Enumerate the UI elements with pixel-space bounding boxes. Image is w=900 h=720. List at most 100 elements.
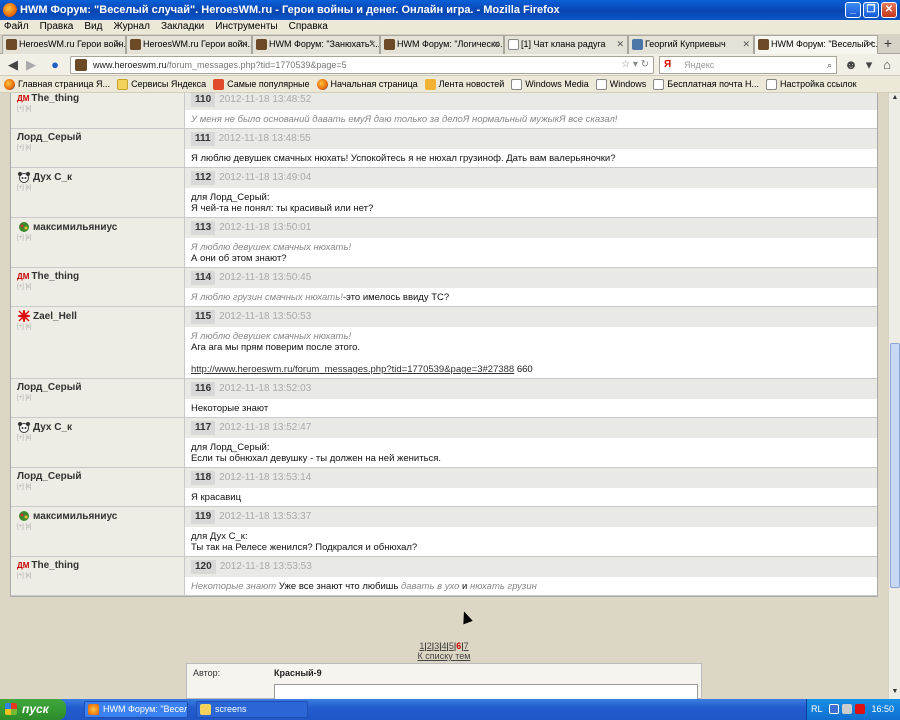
menu-history[interactable]: Журнал	[113, 20, 150, 34]
page-link[interactable]: 2	[427, 641, 432, 651]
bookmark-item[interactable]: Главная страница Я...	[4, 76, 110, 92]
author-name[interactable]: The_thing	[31, 271, 79, 282]
menu-arrow-icon[interactable]: ▾	[860, 56, 878, 74]
scroll-down-icon[interactable]: ▼	[890, 688, 900, 698]
author-links[interactable]: [+] [к]	[17, 573, 178, 579]
bookmark-item[interactable]: Windows	[595, 76, 646, 92]
author-name[interactable]: Лорд_Серый	[17, 382, 81, 393]
author-links[interactable]: [+] [к]	[17, 284, 178, 290]
author-name[interactable]: Лорд_Серый	[17, 132, 81, 143]
bookmark-item[interactable]: Начальная страница	[316, 76, 418, 92]
taskbar-screens-folder[interactable]: screens	[196, 701, 308, 718]
bookmark-item[interactable]: Windows Media	[511, 76, 589, 92]
post-number[interactable]: 112	[191, 171, 216, 185]
post-number[interactable]: 118	[191, 471, 216, 485]
home-page-icon[interactable]: ●	[46, 56, 64, 74]
post-author[interactable]: ДМ The_thing	[17, 271, 178, 282]
tab-clan-chat[interactable]: [1] Чат клана радуга ✕	[504, 35, 628, 54]
author-links[interactable]: [+] [к]	[17, 435, 178, 441]
post-author[interactable]: ДМ The_thing	[17, 93, 178, 104]
post-number[interactable]: 115	[191, 310, 216, 324]
post-number[interactable]: 113	[191, 221, 216, 235]
tab-forum-logic[interactable]: HWM Форум: "Логическо... ✕	[380, 35, 504, 54]
volume-icon[interactable]	[842, 704, 852, 714]
post-author[interactable]: Лорд_Серый	[17, 132, 178, 143]
antivirus-icon[interactable]	[855, 704, 865, 714]
page-link[interactable]: 1	[419, 641, 424, 651]
close-tab-icon[interactable]: ✕	[492, 36, 500, 53]
reply-input[interactable]	[274, 684, 698, 699]
author-links[interactable]: [+] [к]	[17, 145, 178, 151]
menu-help[interactable]: Справка	[289, 20, 328, 34]
language-indicator[interactable]: RL	[811, 699, 823, 720]
author-links[interactable]: [+] [к]	[17, 106, 178, 112]
close-tab-icon[interactable]: ✕	[368, 36, 376, 53]
menu-file[interactable]: Файл	[4, 20, 29, 34]
author-name[interactable]: Лорд_Серый	[17, 471, 81, 482]
search-input[interactable]: Я Яндекс ⌕	[659, 56, 837, 74]
author-name[interactable]: The_thing	[31, 560, 79, 571]
address-bar[interactable]: www.heroeswm.ru/forum_messages.php?tid=1…	[70, 56, 654, 74]
bookmark-star-icon[interactable]: ☆ ▾ ↻	[621, 57, 649, 73]
forward-icon[interactable]: ▶	[22, 56, 40, 74]
post-number[interactable]: 120	[191, 560, 216, 574]
page-link[interactable]: 3	[434, 641, 439, 651]
post-number[interactable]: 110	[191, 93, 216, 107]
page-link[interactable]: 7	[464, 641, 469, 651]
bookmark-item[interactable]: Настройка ссылок	[766, 76, 857, 92]
post-author[interactable]: Лорд_Серый	[17, 471, 178, 482]
tab-heroeswm-2[interactable]: HeroesWM.ru Герои войн... ✕	[126, 35, 252, 54]
author-links[interactable]: [+] [к]	[17, 484, 178, 490]
menu-bookmarks[interactable]: Закладки	[161, 20, 204, 34]
close-tab-icon[interactable]: ✕	[240, 36, 248, 53]
vertical-scrollbar[interactable]: ▲ ▼	[888, 93, 900, 699]
tab-forum-zanyuhat[interactable]: HWM Форум: "Занюхать"... ✕	[252, 35, 380, 54]
post-author[interactable]: Дух С_к	[17, 171, 178, 183]
post-number[interactable]: 116	[191, 382, 216, 396]
page-link[interactable]: 4	[441, 641, 446, 651]
tab-heroeswm-1[interactable]: HeroesWM.ru Герои войн... ✕	[2, 35, 126, 54]
author-name[interactable]: Дух С_к	[33, 422, 72, 433]
new-tab-button[interactable]: +	[878, 34, 898, 53]
scroll-thumb[interactable]	[890, 343, 900, 588]
author-name[interactable]: максимильяниус	[33, 222, 117, 233]
post-author[interactable]: Дух С_к	[17, 421, 178, 433]
bookmark-item[interactable]: Лента новостей	[424, 76, 504, 92]
post-author[interactable]: Лорд_Серый	[17, 382, 178, 393]
search-icon[interactable]: ⌕	[827, 57, 832, 73]
menu-view[interactable]: Вид	[84, 20, 102, 34]
close-tab-icon[interactable]: ✕	[114, 36, 122, 53]
scroll-up-icon[interactable]: ▲	[890, 94, 900, 104]
bookmark-item[interactable]: Сервисы Яндекса	[117, 76, 206, 92]
network-icon[interactable]	[829, 704, 839, 714]
taskbar-firefox[interactable]: HWM Форум: "Весел...	[84, 701, 188, 718]
author-links[interactable]: [+] [к]	[17, 524, 178, 530]
tab-forum-veselyi[interactable]: HWM Форум: "Веселый с... ✕	[754, 35, 878, 54]
author-links[interactable]: [+] [к]	[17, 185, 178, 191]
post-number[interactable]: 119	[191, 510, 216, 524]
author-links[interactable]: [+] [к]	[17, 235, 178, 241]
close-tab-icon[interactable]: ✕	[742, 36, 750, 53]
post-author[interactable]: Zael_Hell	[17, 310, 178, 322]
author-name[interactable]: Дух С_к	[33, 172, 72, 183]
page-link[interactable]: 5	[449, 641, 454, 651]
close-tab-icon[interactable]: ✕	[866, 36, 874, 53]
post-number[interactable]: 117	[191, 421, 216, 435]
post-author[interactable]: ДМ The_thing	[17, 560, 178, 571]
addon-icon[interactable]: ☻	[842, 56, 860, 74]
bookmark-item[interactable]: Бесплатная почта Н...	[653, 76, 759, 92]
home-icon[interactable]: ⌂	[878, 56, 896, 74]
back-icon[interactable]: ◀	[4, 56, 22, 74]
post-number[interactable]: 111	[191, 132, 215, 146]
tab-vk-profile[interactable]: Георгий Куприевыч ✕	[628, 35, 754, 54]
minimize-button[interactable]: _	[845, 2, 861, 18]
post-author[interactable]: максимильяниус	[17, 221, 178, 233]
menu-tools[interactable]: Инструменты	[215, 20, 277, 34]
message-link[interactable]: http://www.heroeswm.ru/forum_messages.ph…	[191, 364, 514, 375]
close-button[interactable]: ✕	[881, 2, 897, 18]
maximize-button[interactable]: ❐	[863, 2, 879, 18]
author-name[interactable]: Zael_Hell	[33, 311, 77, 322]
author-name[interactable]: максимильяниус	[33, 511, 117, 522]
start-button[interactable]: пуск	[0, 699, 66, 720]
author-links[interactable]: [+] [к]	[17, 324, 178, 330]
